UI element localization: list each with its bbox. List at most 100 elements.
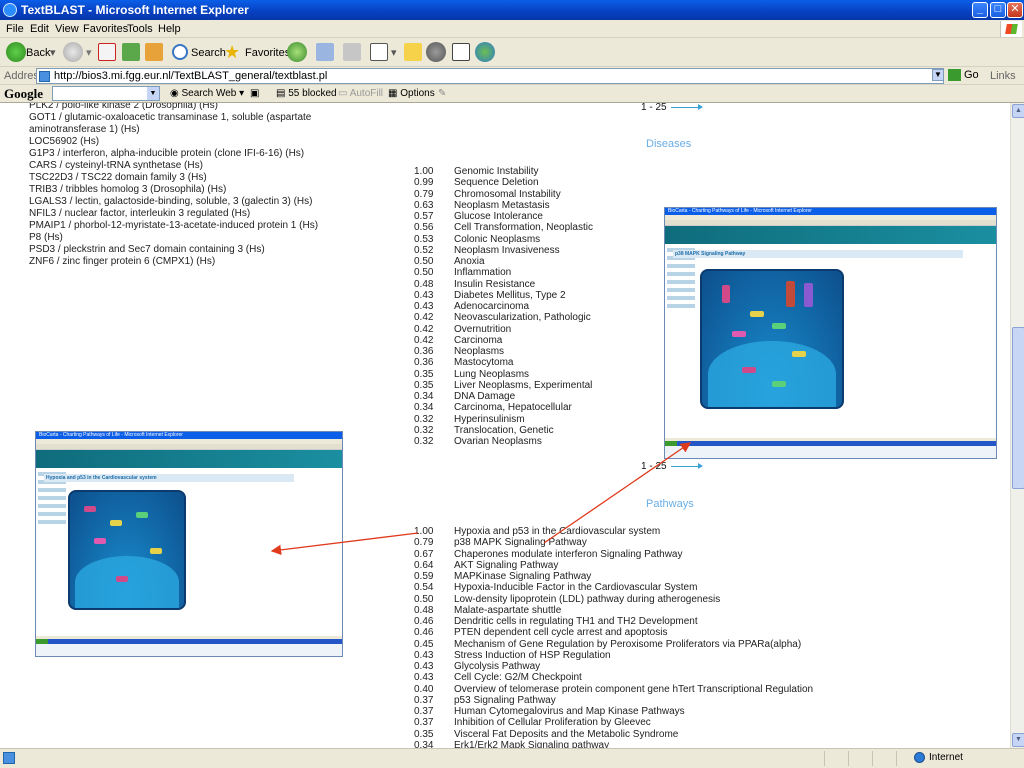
diseases-name[interactable]: Overnutrition — [454, 324, 511, 335]
search-button[interactable]: Search — [191, 43, 226, 63]
options-button[interactable]: ▦ Options — [388, 88, 435, 99]
favorites-star-icon[interactable]: ★ — [224, 43, 240, 63]
diseases-name[interactable]: Colonic Neoplasms — [454, 234, 540, 245]
pathways-name[interactable]: p53 Signaling Pathway — [454, 695, 556, 706]
pagerank-icon[interactable]: ▣ — [250, 88, 259, 99]
diseases-name[interactable]: Translocation, Genetic — [454, 425, 554, 436]
diseases-name[interactable]: Neoplasm Invasiveness — [454, 245, 560, 256]
next-arrow-icon[interactable] — [670, 103, 703, 110]
forward-dropdown-icon[interactable]: ▾ — [86, 43, 92, 63]
next-arrow-icon[interactable] — [670, 462, 703, 469]
diseases-name[interactable]: Chromosomal Instability — [454, 189, 561, 200]
mail-icon[interactable] — [316, 43, 334, 61]
address-url[interactable]: http://bios3.mi.fgg.eur.nl/TextBLAST_gen… — [54, 70, 327, 82]
minimize-button[interactable]: _ — [972, 2, 988, 18]
google-search-input[interactable]: ▼ — [52, 86, 160, 101]
pathways-name[interactable]: Glycolysis Pathway — [454, 661, 540, 672]
diseases-row[interactable]: 0.50 Anoxia — [414, 256, 593, 267]
pathways-row[interactable]: 0.34 Erk1/Erk2 Mapk Signaling pathway — [414, 740, 813, 748]
diseases-row[interactable]: 0.99 Sequence Deletion — [414, 177, 593, 188]
pathways-name[interactable]: Stress Induction of HSP Regulation — [454, 650, 611, 661]
diseases-row[interactable]: 0.32 Ovarian Neoplasms — [414, 436, 593, 447]
history-icon[interactable] — [287, 42, 307, 62]
diseases-row[interactable]: 0.52 Neoplasm Invasiveness — [414, 245, 593, 256]
search-icon[interactable] — [172, 44, 188, 60]
diseases-row[interactable]: 0.35 Liver Neoplasms, Experimental — [414, 380, 593, 391]
pathways-name[interactable]: p38 MAPK Signaling Pathway — [454, 537, 587, 548]
print-icon[interactable] — [343, 43, 361, 61]
pathways-row[interactable]: 0.37 p53 Signaling Pathway — [414, 695, 813, 706]
menu-tools[interactable]: Tools — [127, 23, 153, 35]
edit-dropdown-icon[interactable]: ▾ — [391, 43, 397, 63]
messenger-icon[interactable] — [475, 42, 495, 62]
diseases-row[interactable]: 0.50 Inflammation — [414, 267, 593, 278]
google-search-dropdown-icon[interactable]: ▼ — [147, 87, 159, 100]
diseases-row[interactable]: 0.48 Insulin Resistance — [414, 279, 593, 290]
menu-help[interactable]: Help — [158, 23, 181, 35]
diseases-name[interactable]: Hyperinsulinism — [454, 414, 525, 425]
refresh-icon[interactable] — [122, 43, 140, 61]
pathways-name[interactable]: Visceral Fat Deposits and the Metabolic … — [454, 729, 678, 740]
diseases-name[interactable]: Neoplasm Metastasis — [454, 200, 550, 211]
pathways-pager[interactable]: 1 - 25 — [641, 461, 703, 472]
diseases-row[interactable]: 0.56 Cell Transformation, Neoplastic — [414, 222, 593, 233]
diseases-row[interactable]: 0.43 Diabetes Mellitus, Type 2 — [414, 290, 593, 301]
research-icon[interactable] — [426, 42, 446, 62]
pathways-name[interactable]: PTEN dependent cell cycle arrest and apo… — [454, 627, 667, 638]
pathways-row[interactable]: 0.37 Human Cytomegalovirus and Map Kinase… — [414, 706, 813, 717]
messenger-phone-icon[interactable] — [452, 43, 470, 61]
diseases-name[interactable]: Adenocarcinoma — [454, 301, 529, 312]
diseases-row[interactable]: 0.63 Neoplasm Metastasis — [414, 200, 593, 211]
back-arrow-icon[interactable] — [6, 42, 26, 62]
diseases-row[interactable]: 0.79 Chromosomal Instability — [414, 189, 593, 200]
diseases-row[interactable]: 0.34 Carcinoma, Hepatocellular — [414, 402, 593, 413]
vertical-scrollbar[interactable]: ▲ ▼ — [1010, 103, 1024, 748]
diseases-row[interactable]: 0.42 Carcinoma — [414, 335, 593, 346]
pathways-name[interactable]: Chaperones modulate interferon Signaling… — [454, 549, 682, 560]
scroll-thumb[interactable] — [1012, 327, 1024, 489]
address-dropdown-icon[interactable]: ▼ — [932, 69, 944, 81]
pathways-row[interactable]: 1.00 Hypoxia and p53 in the Cardiovascula… — [414, 526, 813, 537]
diseases-name[interactable]: Lung Neoplasms — [454, 369, 529, 380]
home-icon[interactable] — [145, 43, 163, 61]
diseases-name[interactable]: Neovascularization, Pathologic — [454, 312, 591, 323]
pathways-name[interactable]: Inhibition of Cellular Proliferation by … — [454, 717, 651, 728]
diseases-name[interactable]: Insulin Resistance — [454, 279, 535, 290]
menu-edit[interactable]: Edit — [30, 23, 49, 35]
diseases-row[interactable]: 0.32 Hyperinsulinism — [414, 414, 593, 425]
scroll-down-icon[interactable]: ▼ — [1012, 733, 1024, 747]
pathways-name[interactable]: Human Cytomegalovirus and Map Kinase Pat… — [454, 706, 685, 717]
pathways-row[interactable]: 0.79 p38 MAPK Signaling Pathway — [414, 537, 813, 548]
diseases-name[interactable]: Glucose Intolerance — [454, 211, 543, 222]
autofill-button[interactable]: ▭ AutoFill — [338, 88, 383, 99]
diseases-pager[interactable]: 1 - 25 — [641, 103, 703, 113]
diseases-name[interactable]: Inflammation — [454, 267, 511, 278]
diseases-name[interactable]: Liver Neoplasms, Experimental — [454, 380, 592, 391]
pathways-name[interactable]: Erk1/Erk2 Mapk Signaling pathway — [454, 740, 609, 748]
diseases-name[interactable]: Anoxia — [454, 256, 485, 267]
diseases-row[interactable]: 0.35 Lung Neoplasms — [414, 369, 593, 380]
diseases-row[interactable]: 0.42 Neovascularization, Pathologic — [414, 312, 593, 323]
pathways-name[interactable]: Dendritic cells in regulating TH1 and TH… — [454, 616, 698, 627]
pathways-row[interactable]: 0.54 Hypoxia-Inducible Factor in the Card… — [414, 582, 813, 593]
pathways-row[interactable]: 0.46 Dendritic cells in regulating TH1 an… — [414, 616, 813, 627]
diseases-name[interactable]: Carcinoma, Hepatocellular — [454, 402, 572, 413]
scroll-up-icon[interactable]: ▲ — [1012, 104, 1024, 118]
popup-blocked-button[interactable]: ▤ 55 blocked — [276, 88, 337, 99]
pathways-name[interactable]: Mechanism of Gene Regulation by Peroxiso… — [454, 639, 801, 650]
diseases-row[interactable]: 0.36 Mastocytoma — [414, 357, 593, 368]
edit-word-icon[interactable] — [370, 43, 388, 61]
forward-arrow-icon[interactable] — [63, 42, 83, 62]
pathways-name[interactable]: Malate-aspartate shuttle — [454, 605, 561, 616]
maximize-button[interactable]: □ — [990, 2, 1006, 18]
diseases-name[interactable]: Mastocytoma — [454, 357, 513, 368]
discuss-icon[interactable] — [404, 43, 422, 61]
pathways-row[interactable]: 0.43 Cell Cycle: G2/M Checkpoint — [414, 672, 813, 683]
menu-view[interactable]: View — [55, 23, 79, 35]
diseases-name[interactable]: Diabetes Mellitus, Type 2 — [454, 290, 566, 301]
pathways-name[interactable]: Overview of telomerase protein component… — [454, 684, 813, 695]
diseases-row[interactable]: 0.42 Overnutrition — [414, 324, 593, 335]
diseases-name[interactable]: Ovarian Neoplasms — [454, 436, 542, 447]
pathways-name[interactable]: MAPKinase Signaling Pathway — [454, 571, 591, 582]
google-logo[interactable]: Google — [4, 86, 43, 102]
